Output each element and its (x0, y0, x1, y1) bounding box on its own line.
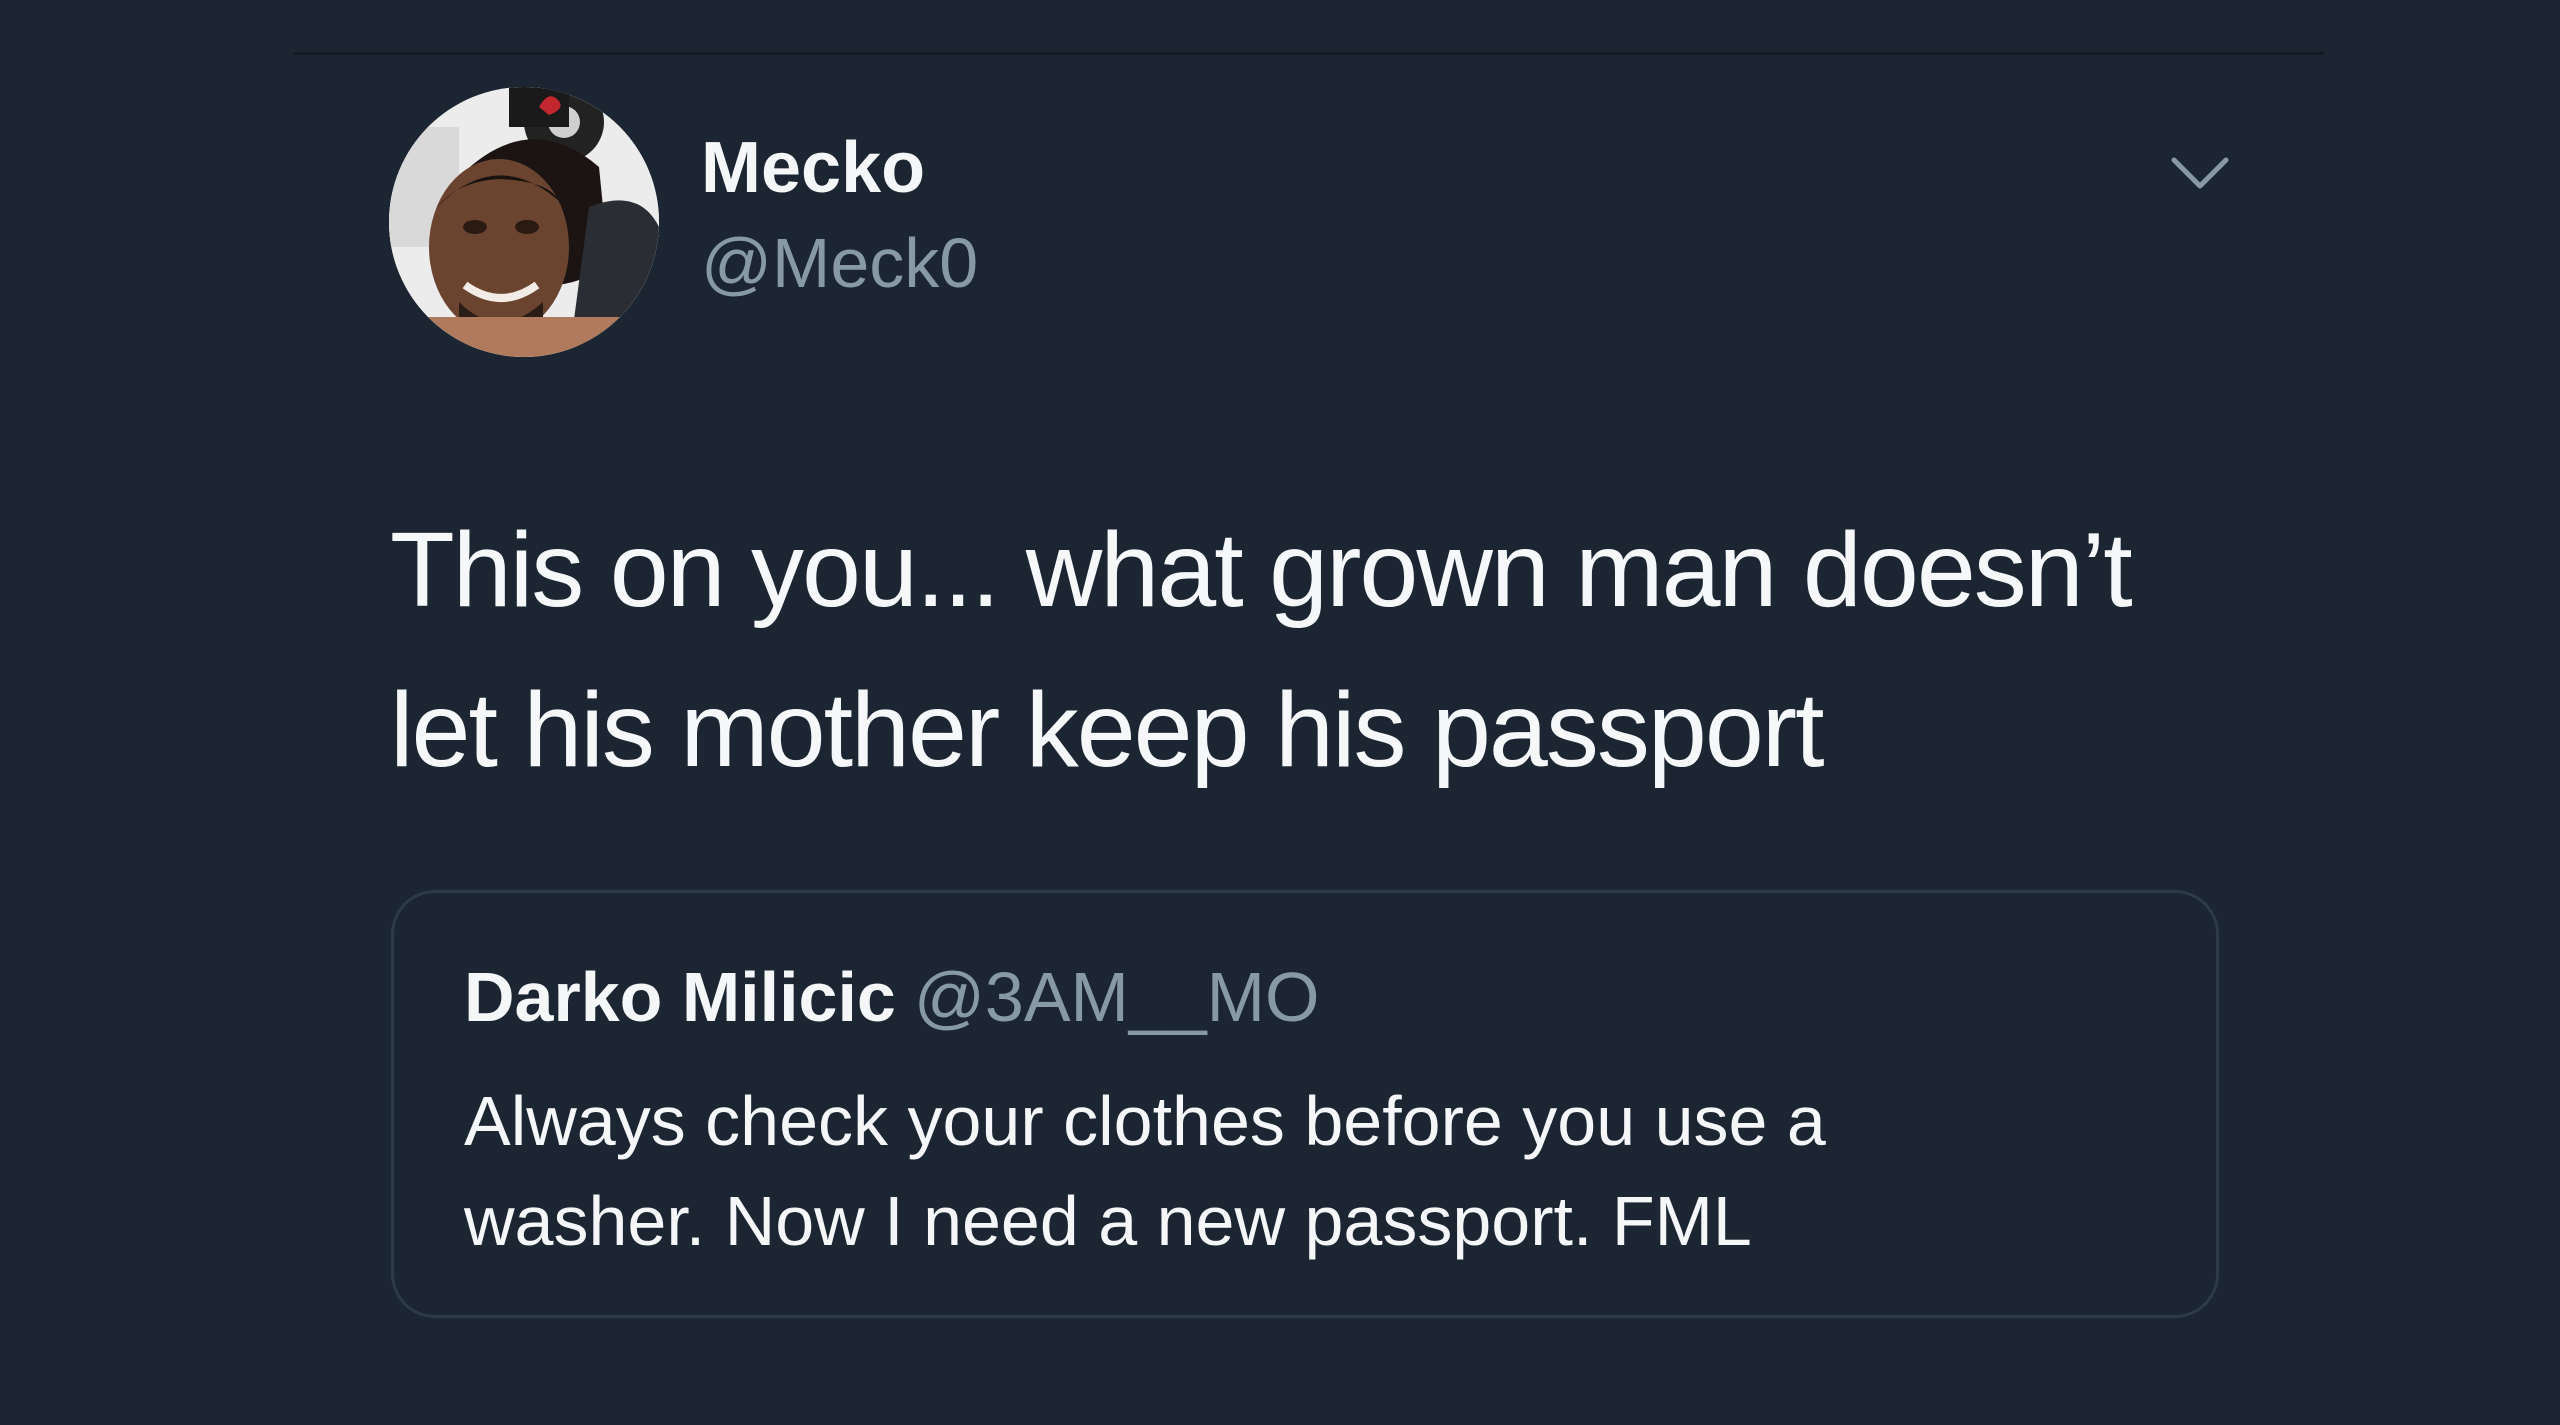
chevron-down-icon[interactable] (2168, 152, 2232, 196)
quoted-author-name: Darko Milicic (464, 958, 896, 1036)
author-handle[interactable]: @Meck0 (701, 218, 978, 308)
quoted-tweet-header: Darko Milicic @3AM__MO (464, 953, 1319, 1061)
tweet-text-line: This on you... what grown man doesn’t (390, 511, 2133, 629)
avatar[interactable] (389, 87, 659, 357)
tweet-text-line: let his mother keep his passport (390, 671, 1825, 789)
quoted-text-line: washer. Now I need a new passport. FML (464, 1182, 1752, 1260)
tweet-screenshot: Mecko @Meck0 This on you... what grown m… (0, 0, 2560, 1425)
quoted-text-line: Always check your clothes before you use… (464, 1082, 1826, 1160)
tweet-text: This on you... what grown man doesn’t le… (390, 490, 2270, 810)
avatar-image (389, 87, 659, 357)
quoted-author-handle: @3AM__MO (913, 958, 1320, 1036)
divider (294, 52, 2324, 55)
quoted-tweet-card[interactable]: Darko Milicic @3AM__MO Always check your … (391, 890, 2219, 1318)
quoted-tweet-text: Always check your clothes before you use… (464, 1071, 2184, 1271)
author-name[interactable]: Mecko (701, 122, 925, 214)
